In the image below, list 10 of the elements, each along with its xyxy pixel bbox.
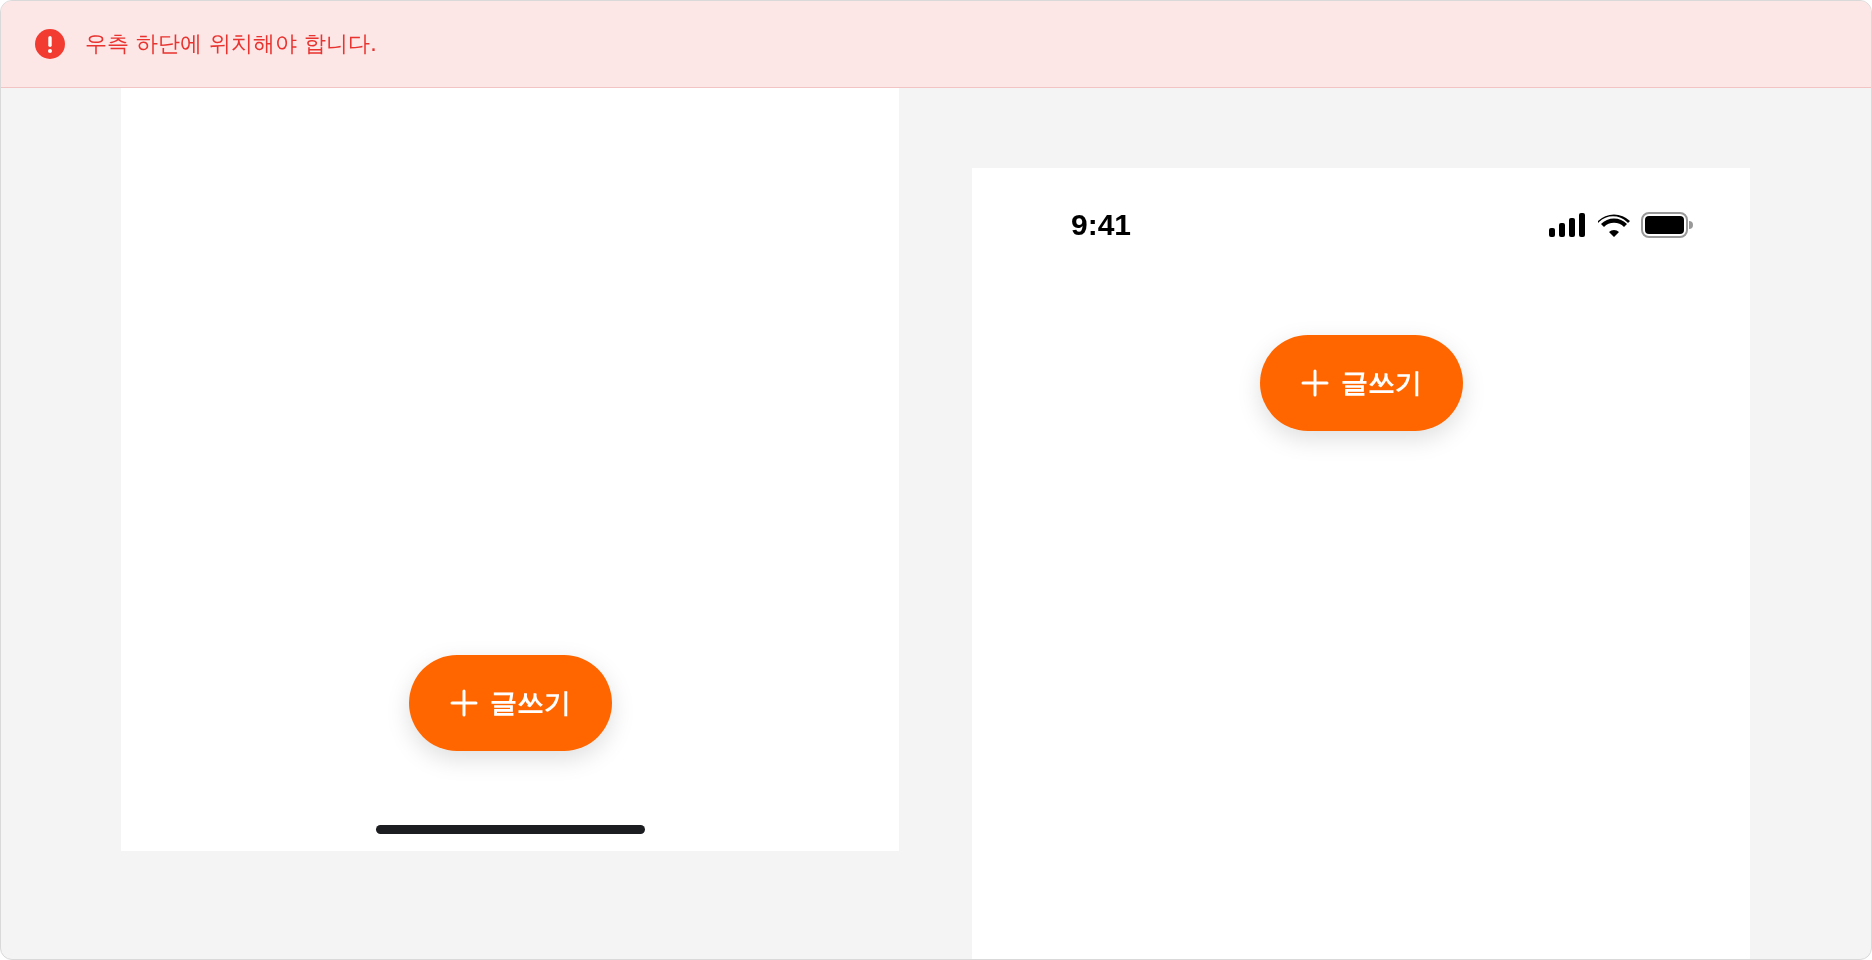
alert-icon — [35, 29, 65, 59]
plus-icon — [1300, 369, 1329, 397]
plus-icon — [449, 689, 478, 717]
write-button[interactable]: 글쓰기 — [408, 655, 612, 751]
battery-icon — [1641, 212, 1693, 238]
write-button[interactable]: 글쓰기 — [1259, 335, 1463, 431]
signal-icon — [1549, 213, 1587, 237]
alert-message: 우측 하단에 위치해야 합니다. — [85, 30, 377, 58]
status-time: 9:41 — [1071, 208, 1132, 242]
wifi-icon — [1597, 213, 1631, 237]
